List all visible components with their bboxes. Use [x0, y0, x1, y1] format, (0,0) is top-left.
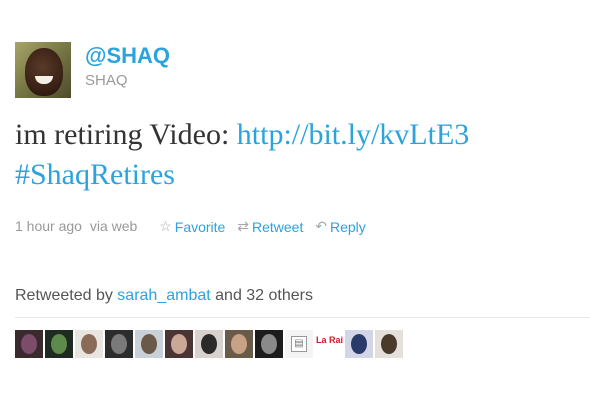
retweeter-avatar[interactable] [135, 330, 163, 358]
tweet-text-body: im retiring Video: [15, 118, 237, 151]
reply-icon: ↶ [315, 218, 327, 235]
retweet-button[interactable]: ⇄ Retweet [237, 217, 303, 235]
avatar-face [261, 334, 277, 354]
favorite-label: Favorite [174, 218, 226, 235]
avatar-face [231, 334, 247, 354]
divider [15, 258, 590, 259]
divider [15, 317, 590, 318]
retweeter-avatar[interactable] [375, 330, 403, 358]
tweet-text: im retiring Video: http://bit.ly/kvLtE3 … [15, 115, 590, 195]
avatar-face [21, 334, 37, 354]
retweet-icon: ⇄ [237, 218, 249, 235]
via-source: via web [89, 218, 138, 235]
timestamp-link[interactable]: 1 hour ago [15, 218, 82, 234]
avatar-face [81, 334, 97, 354]
retweeter-avatar[interactable] [45, 330, 73, 358]
reply-label: Reply [329, 218, 366, 235]
retweeter-avatar[interactable]: La Raider [315, 330, 343, 358]
retweeter-avatar[interactable] [345, 330, 373, 358]
retweeter-user-link[interactable]: sarah_ambat [117, 287, 210, 304]
retweeter-avatar[interactable] [105, 330, 133, 358]
avatar-face [171, 334, 187, 354]
screen-name-link[interactable]: @SHAQ [85, 43, 170, 69]
retweeter-avatar[interactable] [225, 330, 253, 358]
user-avatar[interactable] [15, 42, 71, 98]
retweeted-prefix: Retweeted by [15, 287, 113, 304]
favorite-button[interactable]: ☆ Favorite [159, 217, 225, 235]
retweeted-suffix: and 32 others [215, 287, 313, 304]
avatar-face [381, 334, 397, 354]
avatar-logo: La Raider [316, 335, 343, 345]
retweeter-avatar[interactable] [195, 330, 223, 358]
tweet-meta: 1 hour ago via web ☆ Favorite ⇄ Retweet ↶ R… [15, 217, 366, 235]
avatar-face [351, 334, 367, 354]
retweeter-avatar[interactable]: ▤ [285, 330, 313, 358]
avatar-face [111, 334, 127, 354]
retweeter-avatar[interactable] [15, 330, 43, 358]
reply-button[interactable]: ↶ Reply [315, 217, 366, 235]
retweeter-avatar[interactable] [255, 330, 283, 358]
hashtag-link[interactable]: #ShaqRetires [15, 158, 175, 191]
avatar-face [51, 334, 67, 354]
retweeter-avatar[interactable] [165, 330, 193, 358]
retweeter-avatars: ▤ La Raider [15, 330, 405, 358]
retweet-label: Retweet [251, 218, 304, 235]
tweet-header: @SHAQ SHAQ [15, 42, 575, 102]
retweeted-by: Retweeted by sarah_ambat and 32 others [15, 287, 313, 305]
real-name: SHAQ [85, 72, 128, 89]
star-icon: ☆ [159, 218, 172, 235]
retweeter-avatar[interactable] [75, 330, 103, 358]
avatar-face [141, 334, 157, 354]
avatar-face [25, 48, 63, 96]
tweet-link[interactable]: http://bit.ly/kvLtE3 [237, 118, 470, 151]
default-avatar-icon: ▤ [291, 336, 307, 352]
avatar-face [201, 334, 217, 354]
